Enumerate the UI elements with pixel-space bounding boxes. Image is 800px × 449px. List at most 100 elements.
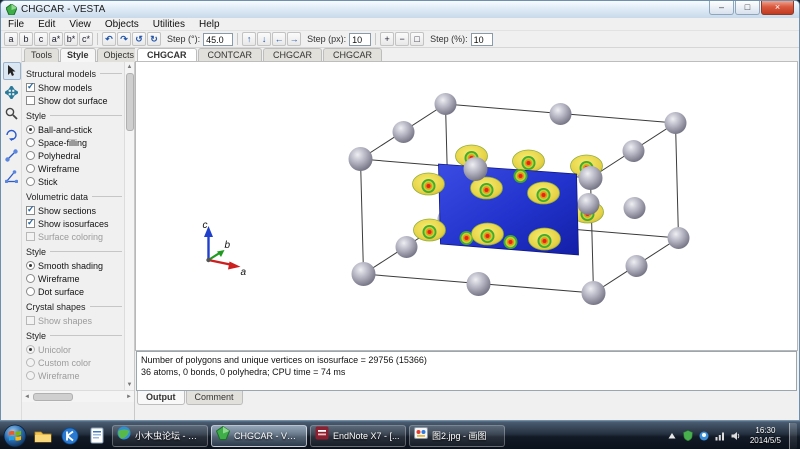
atom[interactable] (577, 193, 600, 215)
isosurface-blob[interactable] (412, 172, 445, 196)
step-px-input[interactable]: 10 (349, 32, 372, 46)
antivirus-icon[interactable] (682, 430, 694, 442)
atom[interactable] (434, 93, 457, 115)
sidebar-vertical-scrollbar[interactable]: ▲ ▼ (124, 62, 134, 390)
isosurface-blob[interactable] (413, 218, 446, 242)
show-desktop-button[interactable] (789, 422, 797, 449)
distance-tool-icon[interactable] (3, 146, 21, 164)
radio-ball-and-stick[interactable]: Ball-and-stick (26, 123, 124, 136)
scroll-down-icon[interactable]: ▼ (127, 380, 133, 390)
scroll-right-icon[interactable]: ► (124, 394, 134, 400)
atom[interactable] (549, 103, 572, 125)
isosurface-blob[interactable] (527, 181, 560, 205)
pan-up-button[interactable]: ↑ (242, 32, 257, 46)
pan-down-button[interactable]: ↓ (257, 32, 272, 46)
view-b-button[interactable]: b (19, 32, 33, 46)
scrollbar-thumb[interactable] (125, 73, 134, 131)
radio-wireframe-volumetric[interactable]: Wireframe (26, 272, 124, 285)
zoom-tool-icon[interactable] (3, 104, 21, 122)
structure-viewport[interactable]: c a b (135, 62, 798, 351)
atom[interactable] (395, 236, 418, 258)
isosurface-blob[interactable] (471, 222, 504, 246)
view-bstar-button[interactable]: b* (64, 32, 78, 46)
select-tool-icon[interactable] (2, 62, 21, 80)
messenger-icon[interactable] (698, 430, 710, 442)
close-button[interactable]: × (761, 1, 794, 15)
atom[interactable] (625, 255, 648, 277)
taskbar-button-paint[interactable]: 图2.jpg - 画图 (409, 424, 505, 447)
atom[interactable] (392, 121, 415, 143)
isosurface-blob[interactable] (512, 149, 545, 173)
rotate-cw-button[interactable]: ↻ (147, 32, 161, 46)
taskbar-button-vesta[interactable]: CHGCAR - VESTA (211, 424, 307, 447)
titlebar[interactable]: CHGCAR - VESTA – □ × (1, 1, 799, 18)
minimize-button[interactable]: – (709, 1, 734, 15)
pan-right-button[interactable]: → (287, 32, 302, 46)
taskbar-button-forum[interactable]: 小木虫论坛 - 学... (112, 424, 208, 447)
tab-output[interactable]: Output (137, 391, 185, 405)
menu-edit[interactable]: Edit (31, 18, 62, 31)
tab-contcar[interactable]: CONTCAR (197, 48, 262, 61)
scroll-up-icon[interactable]: ▲ (127, 62, 133, 72)
tab-chgcar-3[interactable]: CHGCAR (323, 48, 383, 61)
atom[interactable] (664, 112, 687, 134)
atom[interactable] (623, 197, 646, 219)
menu-utilities[interactable]: Utilities (146, 18, 192, 31)
menu-help[interactable]: Help (192, 18, 227, 31)
tab-chgcar-2[interactable]: CHGCAR (263, 48, 323, 61)
radio-stick[interactable]: Stick (26, 175, 124, 188)
menu-file[interactable]: File (1, 18, 31, 31)
zoom-out-button[interactable]: − (395, 32, 410, 46)
hidden-icons-expand-icon[interactable] (666, 430, 678, 442)
tab-comment[interactable]: Comment (185, 391, 243, 405)
maximize-button[interactable]: □ (735, 1, 760, 15)
atom[interactable] (581, 281, 606, 305)
sidebar-horizontal-scrollbar[interactable]: ◄ ► (22, 390, 134, 402)
pan-left-button[interactable]: ← (272, 32, 287, 46)
rotate-tool-icon[interactable] (3, 125, 21, 143)
checkbox-show-sections[interactable]: Show sections (26, 204, 124, 217)
atom[interactable] (463, 157, 488, 181)
volume-icon[interactable] (730, 430, 742, 442)
angle-tool-icon[interactable] (3, 167, 21, 185)
pan-tool-icon[interactable] (3, 83, 21, 101)
atom[interactable] (578, 166, 603, 190)
kmplayer-icon[interactable] (58, 424, 82, 448)
tab-tools[interactable]: Tools (24, 48, 60, 62)
rotate-left-button[interactable]: ↶ (102, 32, 116, 46)
checkbox-show-isosurfaces[interactable]: Show isosurfaces (26, 217, 124, 230)
view-astar-button[interactable]: a* (49, 32, 63, 46)
atom[interactable] (348, 147, 373, 171)
radio-wireframe[interactable]: Wireframe (26, 162, 124, 175)
radio-space-filling[interactable]: Space-filling (26, 136, 124, 149)
atom[interactable] (667, 227, 690, 249)
fit-view-button[interactable]: □ (410, 32, 425, 46)
atom[interactable] (466, 272, 491, 296)
rotate-right-button[interactable]: ↷ (117, 32, 131, 46)
start-button[interactable] (2, 423, 28, 449)
rotate-ccw-button[interactable]: ↺ (132, 32, 146, 46)
clock[interactable]: 16:30 2014/5/5 (746, 426, 785, 446)
tab-style[interactable]: Style (60, 48, 96, 62)
atom[interactable] (622, 140, 645, 162)
view-a-button[interactable]: a (4, 32, 18, 46)
output-log[interactable]: Number of polygons and unique vertices o… (136, 351, 797, 391)
menu-view[interactable]: View (62, 18, 98, 31)
checkbox-show-models[interactable]: Show models (26, 81, 124, 94)
scrollbar-thumb[interactable] (33, 392, 73, 401)
isosurface-blob[interactable] (528, 227, 561, 251)
step-pct-input[interactable]: 10 (470, 32, 493, 46)
taskbar-button-endnote[interactable]: EndNote X7 - [... (310, 424, 406, 447)
scroll-left-icon[interactable]: ◄ (22, 394, 32, 400)
folder-icon[interactable] (31, 424, 55, 448)
radio-polyhedral[interactable]: Polyhedral (26, 149, 124, 162)
radio-dot-surface[interactable]: Dot surface (26, 285, 124, 298)
menu-objects[interactable]: Objects (98, 18, 146, 31)
radio-smooth-shading[interactable]: Smooth shading (26, 259, 124, 272)
step-deg-input[interactable]: 45.0 (203, 32, 234, 46)
view-c-button[interactable]: c (34, 32, 48, 46)
checkbox-show-dot-surface[interactable]: Show dot surface (26, 94, 124, 107)
view-cstar-button[interactable]: c* (79, 32, 93, 46)
tab-chgcar-1[interactable]: CHGCAR (137, 48, 197, 61)
zoom-in-button[interactable]: + (380, 32, 395, 46)
